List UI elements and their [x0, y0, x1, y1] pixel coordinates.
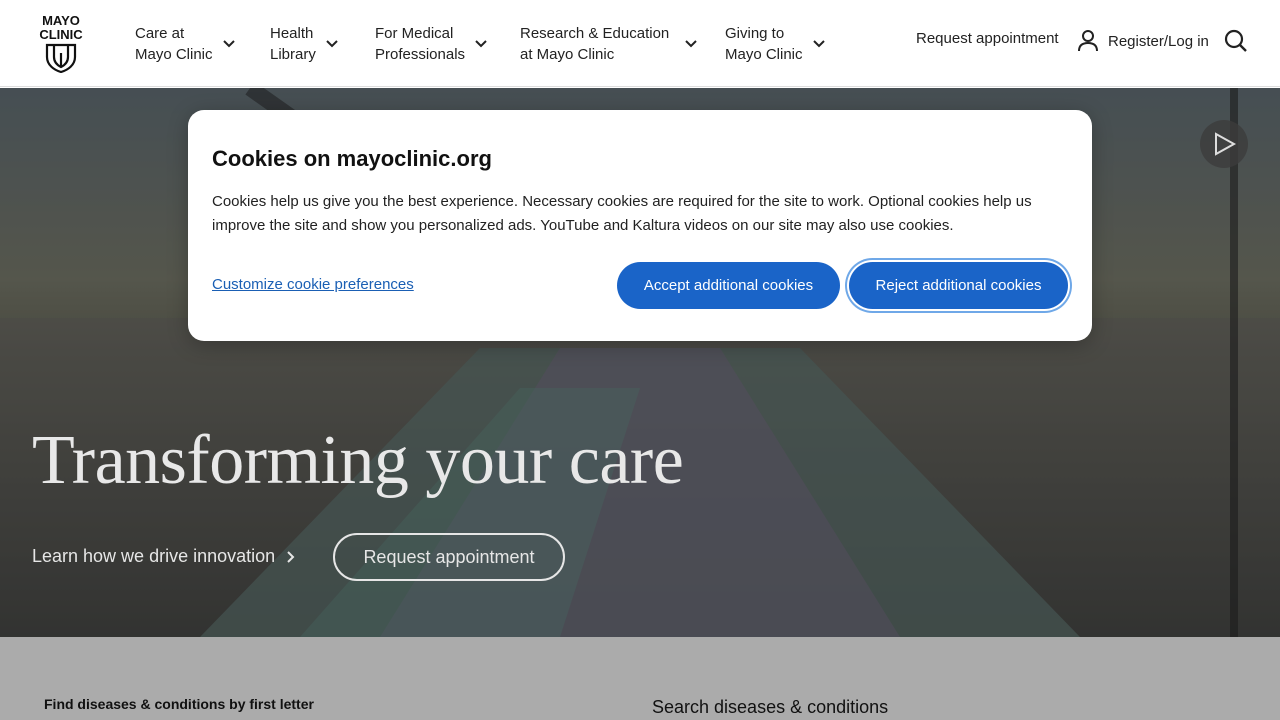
play-icon — [1215, 132, 1237, 156]
cookie-consent-dialog: Cookies on mayoclinic.org Cookies help u… — [188, 110, 1092, 341]
nav-for-medical-professionals[interactable]: For Medical Professionals — [375, 22, 487, 66]
learn-innovation-link[interactable]: Learn how we drive innovation — [32, 546, 295, 567]
video-play-button[interactable] — [1200, 120, 1248, 168]
nav-research-label: Research & Education at Mayo Clinic — [520, 25, 670, 63]
customize-cookie-preferences-link[interactable]: Customize cookie preferences — [212, 276, 414, 293]
accept-cookies-button[interactable]: Accept additional cookies — [617, 262, 840, 309]
nav-health-library[interactable]: Health Library — [270, 22, 338, 66]
chevron-down-icon — [685, 40, 697, 48]
shield-logo-icon — [45, 43, 77, 73]
cookie-dialog-title: Cookies on mayoclinic.org — [212, 146, 492, 171]
user-icon — [1078, 30, 1098, 52]
nav-care-at-mayo-clinic[interactable]: Care at Mayo Clinic — [135, 22, 235, 66]
nav-care-label: Care at Mayo Clinic — [135, 25, 213, 63]
nav-research-education[interactable]: Research & Education at Mayo Clinic — [520, 22, 697, 66]
diseases-conditions-section: Find diseases & conditions by first lett… — [0, 637, 1280, 720]
reject-cookies-button[interactable]: Reject additional cookies — [849, 262, 1068, 309]
nav-health-label: Health Library — [270, 25, 316, 63]
nav-giving-label: Giving to Mayo Clinic — [725, 25, 803, 63]
find-by-letter-heading: Find diseases & conditions by first lett… — [44, 696, 314, 712]
logo-line-1: MAYO — [42, 13, 80, 28]
chevron-down-icon — [475, 40, 487, 48]
header-request-appointment-link[interactable]: Request appointment — [916, 30, 1059, 47]
nav-giving[interactable]: Giving to Mayo Clinic — [725, 22, 825, 66]
learn-innovation-label: Learn how we drive innovation — [32, 546, 276, 566]
chevron-right-icon — [287, 550, 295, 563]
cookie-dialog-body: Cookies help us give you the best experi… — [212, 193, 1032, 234]
search-icon[interactable] — [1224, 29, 1248, 53]
site-header: MAYO CLINIC Care at Mayo Clinic Health L… — [0, 0, 1280, 87]
hero-title: Transforming your care — [32, 422, 684, 499]
chevron-down-icon — [222, 40, 235, 48]
chevron-down-icon — [326, 40, 338, 48]
nav-medical-label: For Medical Professionals — [375, 25, 466, 63]
register-login-link[interactable]: Register/Log in — [1078, 30, 1209, 52]
search-conditions-heading: Search diseases & conditions — [652, 697, 889, 717]
logo-line-2: CLINIC — [39, 27, 83, 42]
register-login-label: Register/Log in — [1108, 32, 1209, 50]
mayo-clinic-logo[interactable]: MAYO CLINIC — [36, 14, 86, 74]
chevron-down-icon — [812, 40, 825, 48]
hero-request-appointment-button[interactable]: Request appointment — [333, 533, 565, 581]
